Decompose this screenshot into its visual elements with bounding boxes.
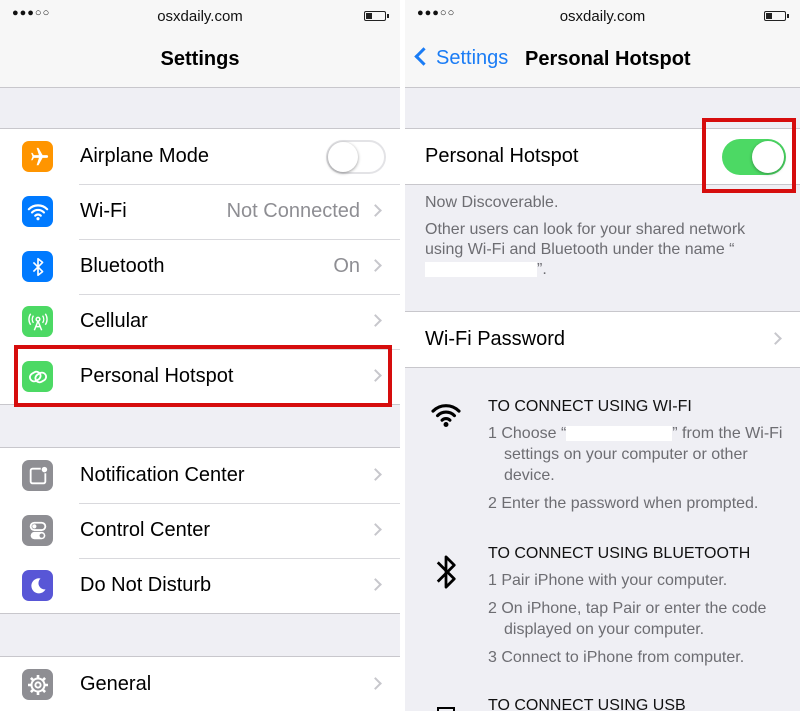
nav-bar: Settings — [0, 33, 400, 88]
row-label: General — [80, 673, 152, 695]
wifi-password-group: Wi-Fi Password — [405, 311, 800, 368]
bluetooth-icon — [22, 251, 53, 282]
redacted-network-name — [566, 426, 673, 442]
row-label: Personal Hotspot — [425, 145, 579, 167]
status-url: osxdaily.com — [559, 8, 646, 25]
control-center-icon — [22, 515, 53, 546]
row-wifi-password[interactable]: Wi-Fi Password — [405, 312, 800, 367]
bluetooth-step-1: 1 Pair iPhone with your computer. — [488, 572, 728, 589]
cellular-antenna-icon — [22, 306, 53, 337]
row-label: Airplane Mode — [80, 145, 209, 167]
discoverable-status: Now Discoverable. — [425, 194, 559, 211]
info-text-after: ”. — [537, 261, 547, 278]
chevron-right-icon — [369, 677, 382, 690]
bluetooth-section-heading: TO CONNECT USING BLUETOOTH — [488, 545, 751, 562]
moon-icon — [22, 570, 53, 601]
row-label: Cellular — [80, 310, 148, 332]
bluetooth-step-2: 2 On iPhone, tap Pair or enter the code … — [488, 600, 767, 638]
settings-group-general: General — [0, 656, 400, 711]
step-text-before: 1 Choose “ — [488, 425, 567, 442]
status-bar: ●●●○○ osxdaily.com — [0, 0, 400, 33]
row-value: Not Connected — [226, 200, 360, 222]
nav-bar: Settings Personal Hotspot — [405, 33, 800, 88]
wifi-section-heading: TO CONNECT USING WI-FI — [488, 398, 692, 415]
hotspot-info-text: Other users can look for your shared net… — [425, 220, 786, 280]
row-control-center[interactable]: Control Center — [0, 503, 400, 558]
back-label: Settings — [436, 47, 509, 69]
airplane-mode-toggle[interactable] — [326, 140, 386, 174]
row-label: Bluetooth — [80, 255, 165, 277]
chevron-right-icon — [369, 259, 382, 272]
row-airplane-mode[interactable]: Airplane Mode — [0, 129, 400, 184]
status-url: osxdaily.com — [157, 8, 243, 25]
battery-icon — [364, 11, 389, 21]
chevron-right-icon — [369, 523, 382, 536]
chevron-right-icon — [369, 204, 382, 217]
wifi-step-1: 1 Choose “” from the Wi-Fi settings on y… — [488, 423, 796, 486]
settings-group-centers: Notification Center Control Center Do No… — [0, 447, 400, 614]
page-title: Personal Hotspot — [525, 48, 691, 70]
bluetooth-step-3: 3 Connect to iPhone from computer. — [488, 649, 745, 666]
row-cellular[interactable]: Cellular — [0, 294, 400, 349]
gear-icon — [22, 669, 53, 700]
row-label: Notification Center — [80, 464, 245, 486]
chevron-right-icon — [369, 468, 382, 481]
back-button[interactable]: Settings — [414, 47, 509, 70]
usb-section-heading: TO CONNECT USING USB — [488, 697, 686, 711]
battery-icon — [764, 11, 789, 21]
row-label: Wi-Fi — [80, 200, 127, 222]
chevron-left-icon — [414, 47, 433, 66]
wifi-icon — [22, 196, 53, 227]
highlight-box — [702, 118, 796, 193]
row-label: Control Center — [80, 519, 211, 541]
row-do-not-disturb[interactable]: Do Not Disturb — [0, 558, 400, 613]
row-general[interactable]: General — [0, 657, 400, 711]
row-bluetooth[interactable]: Bluetooth On — [0, 239, 400, 294]
personal-hotspot-screen: ●●●○○ osxdaily.com Settings Personal Hot… — [405, 0, 800, 711]
info-text-before: Other users can look for your shared net… — [425, 221, 746, 258]
page-title: Settings — [160, 48, 240, 70]
chevron-right-icon — [769, 332, 782, 345]
airplane-icon — [22, 141, 53, 172]
row-value: On — [333, 255, 360, 277]
toggle-knob — [328, 142, 358, 172]
bluetooth-steps: 1 Pair iPhone with your computer. 2 On i… — [488, 570, 796, 675]
wifi-icon — [431, 404, 461, 427]
bluetooth-icon — [436, 555, 456, 589]
row-notification-center[interactable]: Notification Center — [0, 448, 400, 503]
chevron-right-icon — [369, 314, 382, 327]
wifi-step-2: 2 Enter the password when prompted. — [488, 495, 759, 512]
row-label: Wi-Fi Password — [425, 328, 566, 350]
usb-icon — [437, 707, 455, 711]
status-bar: ●●●○○ osxdaily.com — [405, 0, 800, 33]
highlight-box — [14, 345, 392, 407]
row-label: Do Not Disturb — [80, 574, 212, 596]
wifi-steps: 1 Choose “” from the Wi-Fi settings on y… — [488, 423, 796, 521]
settings-screen: ●●●○○ osxdaily.com Settings Airplane Mod… — [0, 0, 400, 711]
notification-center-icon — [22, 460, 53, 491]
redacted-network-name — [425, 262, 537, 278]
chevron-right-icon — [369, 578, 382, 591]
row-wifi[interactable]: Wi-Fi Not Connected — [0, 184, 400, 239]
